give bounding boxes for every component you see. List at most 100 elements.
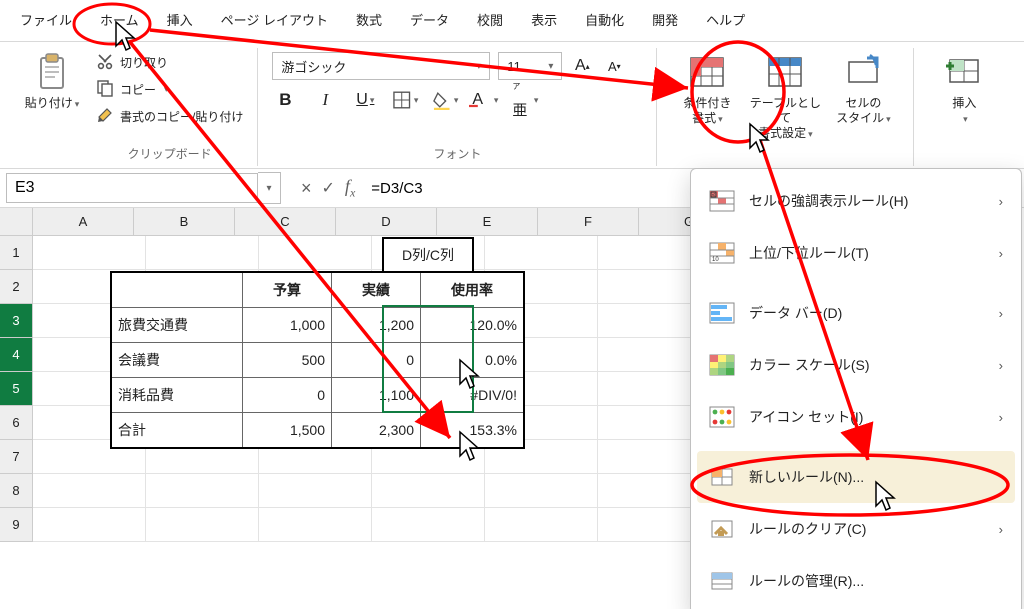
table-cell[interactable]: 0 — [332, 343, 421, 378]
row-header[interactable]: 3 — [0, 304, 33, 338]
insert-function-button[interactable]: fx — [345, 176, 355, 201]
menu-icon-sets[interactable]: アイコン セット(I) › — [691, 391, 1021, 443]
column-ratio-label: D列/C列 — [382, 237, 474, 273]
menu-data[interactable]: データ — [404, 8, 455, 31]
menu-color-scales[interactable]: カラー スケール(S) › — [691, 339, 1021, 391]
menu-label: データ バー(D) — [749, 303, 842, 323]
chevron-right-icon: › — [999, 246, 1003, 261]
col-header[interactable]: D — [336, 208, 437, 236]
cut-label: 切り取り — [120, 54, 168, 71]
table-header: 実績 — [332, 273, 421, 308]
menu-highlight-rules[interactable]: ≤ セルの強調表示ルール(H) › — [691, 175, 1021, 227]
highlight-rules-icon: ≤ — [709, 188, 735, 214]
menu-automate[interactable]: 自動化 — [579, 8, 630, 31]
decrease-font-button[interactable]: A▾ — [602, 54, 626, 78]
paste-button[interactable]: 貼り付け▾ — [16, 52, 88, 162]
menu-label: ルールのクリア(C) — [749, 519, 866, 539]
col-header[interactable]: B — [134, 208, 235, 236]
select-all-corner[interactable] — [0, 208, 33, 236]
table-cell[interactable]: 合計 — [112, 413, 243, 447]
name-box-dropdown[interactable]: ▾ — [258, 172, 281, 204]
row-header[interactable]: 2 — [0, 270, 33, 304]
bold-button[interactable]: B — [272, 88, 298, 112]
table-cell[interactable]: 1,200 — [332, 308, 421, 343]
format-painter-button[interactable]: 書式のコピー/貼り付け — [96, 106, 243, 127]
font-size-combo[interactable]: 11 ▾ — [498, 52, 562, 80]
menu-view[interactable]: 表示 — [525, 8, 563, 31]
accept-formula-button[interactable]: ✓ — [322, 178, 335, 198]
menu-help[interactable]: ヘルプ — [700, 8, 751, 31]
cut-button[interactable]: 切り取り — [96, 52, 243, 73]
name-box[interactable] — [6, 173, 258, 203]
menu-top-bottom-rules[interactable]: 10 上位/下位ルール(T) › — [691, 227, 1021, 279]
row-header[interactable]: 8 — [0, 474, 33, 508]
menu-formulas[interactable]: 数式 — [350, 8, 388, 31]
font-name-combo[interactable]: 游ゴシック ▾ — [272, 52, 490, 80]
row-header[interactable]: 5 — [0, 372, 33, 406]
row-header[interactable]: 4 — [0, 338, 33, 372]
table-cell[interactable]: 2,300 — [332, 413, 421, 447]
menu-developer[interactable]: 開発 — [646, 8, 684, 31]
table-cell[interactable]: 会議費 — [112, 343, 243, 378]
row-header[interactable]: 1 — [0, 236, 33, 270]
color-scales-icon — [709, 352, 735, 378]
menu-file[interactable]: ファイル — [14, 8, 78, 31]
table-cell[interactable]: 0.0% — [421, 343, 523, 378]
italic-button[interactable]: I — [312, 88, 338, 112]
col-header[interactable]: E — [437, 208, 538, 236]
table-cell[interactable]: 消耗品費 — [112, 378, 243, 413]
col-header[interactable]: A — [33, 208, 134, 236]
menu-data-bars[interactable]: データ バー(D) › — [691, 287, 1021, 339]
table-cell[interactable]: 120.0% — [421, 308, 523, 343]
font-size-value: 11 — [507, 59, 521, 74]
menu-home[interactable]: ホーム — [94, 8, 145, 31]
table-header: 予算 — [243, 273, 332, 308]
conditional-format-button[interactable]: 条件付き書式▾ — [671, 52, 743, 162]
menu-manage-rules[interactable]: ルールの管理(R)... — [691, 555, 1021, 607]
chevron-down-icon: ▾ — [164, 84, 169, 95]
cancel-formula-button[interactable]: × — [301, 178, 312, 199]
menu-label: ルールの管理(R)... — [749, 571, 864, 591]
table-cell[interactable]: 0 — [243, 378, 332, 413]
paste-icon — [32, 52, 72, 92]
border-button[interactable]: ▾ — [392, 88, 418, 112]
menu-review[interactable]: 校閲 — [471, 8, 509, 31]
col-header[interactable]: C — [235, 208, 336, 236]
chevron-down-icon: ▾ — [886, 114, 891, 125]
menu-label: カラー スケール(S) — [749, 355, 870, 375]
row-header[interactable]: 7 — [0, 440, 33, 474]
table-cell[interactable]: 1,000 — [243, 308, 332, 343]
conditional-format-menu: ≤ セルの強調表示ルール(H) › 10 上位/下位ルール(T) › データ バ… — [690, 168, 1022, 609]
table-header: 使用率 — [421, 273, 523, 308]
phonetic-button[interactable]: ア亜 ▾ — [512, 88, 538, 112]
cell-styles-icon — [843, 52, 883, 92]
menu-insert[interactable]: 挿入 — [161, 8, 199, 31]
conditional-format-icon — [687, 52, 727, 92]
cell-styles-button[interactable]: セルのスタイル▾ — [827, 52, 899, 162]
table-cell[interactable]: 1,500 — [243, 413, 332, 447]
insert-cells-button[interactable]: 挿入▾ — [928, 52, 1000, 162]
table-cell[interactable]: 153.3% — [421, 413, 523, 447]
copy-button[interactable]: コピー ▾ — [96, 79, 243, 100]
insert-cells-label: 挿入 — [952, 96, 976, 110]
menu-new-rule[interactable]: 新しいルール(N)... — [697, 451, 1015, 503]
table-cell[interactable]: 1,100 — [332, 378, 421, 413]
row-header[interactable]: 6 — [0, 406, 33, 440]
table-cell[interactable]: #DIV/0! — [421, 378, 523, 413]
menu-page-layout[interactable]: ページ レイアウト — [215, 8, 334, 31]
menu-label: アイコン セット(I) — [749, 407, 863, 427]
increase-font-button[interactable]: A▴ — [570, 54, 594, 78]
chevron-right-icon: › — [999, 194, 1003, 209]
table-cell[interactable]: 旅費交通費 — [112, 308, 243, 343]
copy-label: コピー — [120, 81, 156, 98]
fill-color-button[interactable]: ▾ — [432, 88, 458, 112]
table-cell[interactable]: 500 — [243, 343, 332, 378]
font-color-button[interactable]: A ▾ — [472, 88, 498, 112]
format-as-table-button[interactable]: テーブルとして書式設定▾ — [749, 52, 821, 162]
format-painter-label: 書式のコピー/貼り付け — [120, 108, 243, 125]
underline-button[interactable]: U▾ — [352, 88, 378, 112]
menu-clear-rules[interactable]: ルールのクリア(C) › — [691, 503, 1021, 555]
col-header[interactable]: F — [538, 208, 639, 236]
row-header[interactable]: 9 — [0, 508, 33, 542]
chevron-down-icon: ▾ — [718, 114, 723, 125]
